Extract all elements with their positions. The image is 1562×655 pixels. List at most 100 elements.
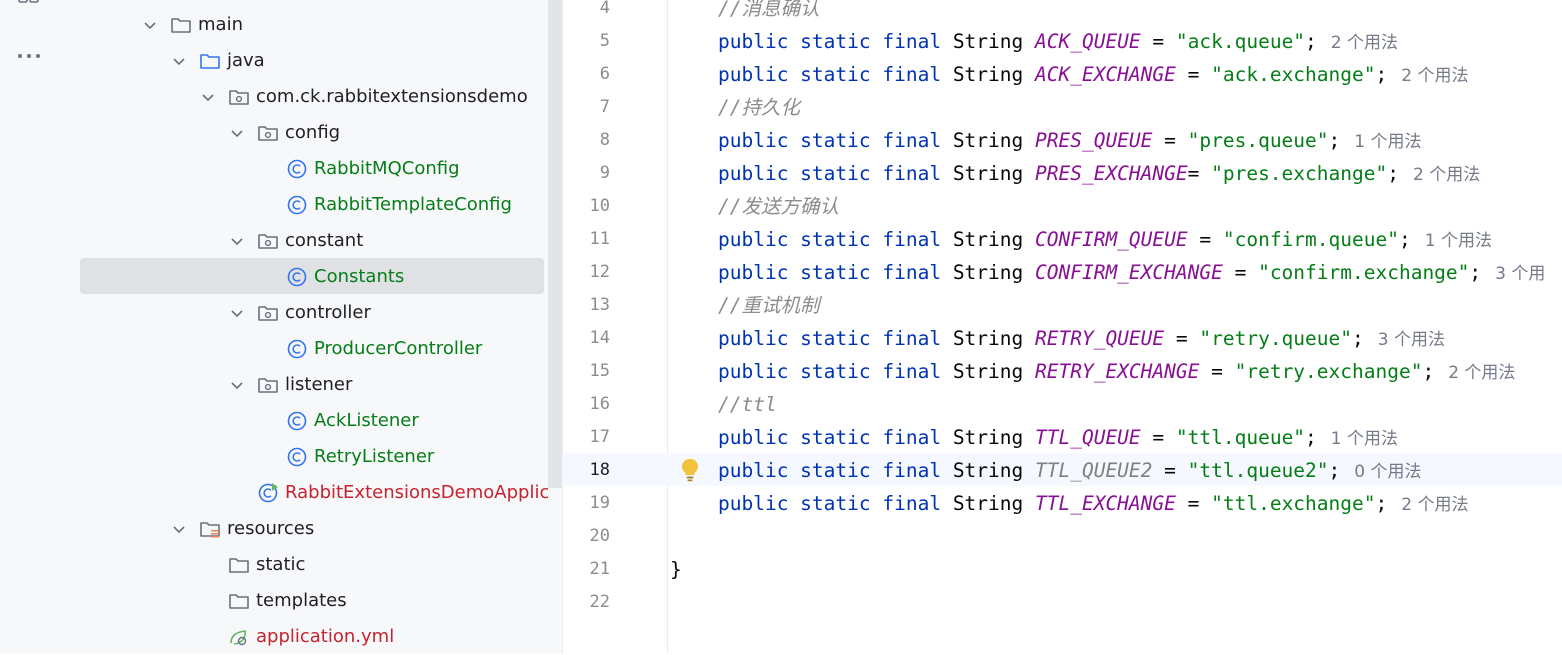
chevron-down-icon[interactable] [229, 377, 245, 393]
code-token: = [1140, 426, 1176, 449]
string-literal: "ttl.queue" [1175, 426, 1306, 449]
class-icon [287, 447, 307, 467]
code-line[interactable]: //ttl [718, 388, 777, 421]
tree-item-rabbitextensionsdemoapplicatio[interactable]: RabbitExtensionsDemoApplicatio [0, 475, 583, 511]
usages-hint[interactable]: 3 个用法 [1378, 330, 1445, 350]
package-icon [258, 306, 278, 321]
string-literal: "retry.queue" [1199, 327, 1352, 350]
tree-item-com-ck-rabbitextensionsdemo[interactable]: com.ck.rabbitextensionsdemo [0, 79, 548, 115]
tree-item-rabbitmqconfig[interactable]: RabbitMQConfig [0, 151, 548, 187]
tree-item-label: config [285, 122, 341, 143]
code-token: = [1164, 327, 1200, 350]
line-number: 11 [589, 229, 610, 249]
line-number: 12 [589, 262, 610, 282]
folder-icon [229, 594, 249, 609]
tree-item-constants[interactable]: Constants [0, 259, 548, 295]
tree-item-controller[interactable]: controller [0, 295, 548, 331]
lightbulb-icon[interactable] [680, 458, 700, 482]
code-token: } [670, 558, 682, 581]
class-icon [287, 195, 307, 215]
code-line[interactable]: //消息确认 [718, 0, 819, 25]
line-number: 4 [599, 0, 610, 18]
keyword: public static final [718, 30, 953, 53]
code-token: ; [1305, 426, 1317, 449]
tree-item-constant[interactable]: constant [0, 223, 548, 259]
chevron-down-icon[interactable] [229, 305, 245, 321]
usages-hint[interactable]: 2 个用法 [1401, 66, 1468, 86]
chevron-down-icon[interactable] [171, 521, 187, 537]
constant-name: CONFIRM_QUEUE [1035, 228, 1188, 251]
folder-icon [229, 558, 249, 573]
code-token: String [952, 228, 1035, 251]
tree-item-producercontroller[interactable]: ProducerController [0, 331, 548, 367]
string-literal: "pres.queue" [1187, 129, 1329, 152]
string-literal: "ack.exchange" [1211, 63, 1376, 86]
tree-item-main[interactable]: main [0, 7, 548, 43]
code-line[interactable]: public static final String RETRY_QUEUE =… [718, 322, 1445, 355]
class-icon [287, 159, 307, 179]
code-token: String [952, 459, 1035, 482]
tree-scrollbar[interactable] [548, 0, 562, 654]
constant-name: TTL_QUEUE [1035, 426, 1141, 449]
code-line[interactable]: public static final String PRES_EXCHANGE… [718, 157, 1480, 190]
code-token: ; [1469, 261, 1482, 284]
code-line[interactable]: public static final String ACK_EXCHANGE … [718, 58, 1468, 91]
code-line[interactable]: public static final String PRES_QUEUE = … [718, 124, 1422, 157]
code-token: ; [1387, 162, 1399, 185]
code-line[interactable]: public static final String ACK_QUEUE = "… [718, 25, 1398, 58]
usages-hint[interactable]: 2 个用法 [1413, 165, 1480, 185]
usages-hint[interactable]: 2 个用法 [1331, 33, 1398, 53]
usages-hint[interactable]: 1 个用法 [1354, 132, 1421, 152]
tree-item-application-yml[interactable]: application.yml [0, 619, 548, 655]
tree-item-rabbittemplateconfig[interactable]: RabbitTemplateConfig [0, 187, 548, 223]
code-token: ; [1398, 228, 1411, 251]
tree-item-java[interactable]: java [0, 43, 548, 79]
usages-hint[interactable]: 2 个用法 [1401, 495, 1468, 515]
chevron-down-icon[interactable] [142, 17, 158, 33]
line-number: 8 [599, 130, 610, 150]
tree-item-listener[interactable]: listener [0, 367, 548, 403]
usages-hint[interactable]: 0 个用法 [1354, 462, 1421, 482]
keyword: public static final [718, 162, 953, 185]
chevron-down-icon[interactable] [200, 89, 216, 105]
code-line[interactable]: } [670, 553, 682, 586]
code-line[interactable]: //发送方确认 [718, 190, 839, 223]
tree-item-label: ProducerController [314, 338, 483, 359]
string-literal: "retry.exchange" [1234, 360, 1423, 383]
code-token: String [952, 30, 1035, 53]
tree-item-label: resources [227, 518, 315, 539]
tree-item-retrylistener[interactable]: RetryListener [0, 439, 548, 475]
usages-hint[interactable]: 1 个用法 [1331, 429, 1398, 449]
code-token: ; [1328, 129, 1341, 152]
code-line[interactable]: public static final String RETRY_EXCHANG… [718, 355, 1515, 388]
chevron-down-icon[interactable] [229, 233, 245, 249]
tree-item-config[interactable]: config [0, 115, 548, 151]
tree-item-templates[interactable]: templates [0, 583, 548, 619]
code-token: ; [1422, 360, 1435, 383]
line-number: 15 [589, 361, 610, 381]
chevron-down-icon[interactable] [229, 125, 245, 141]
tree-item-static[interactable]: static [0, 547, 548, 583]
package-icon [229, 90, 249, 105]
constant-name: ACK_EXCHANGE [1035, 63, 1176, 86]
code-line[interactable]: public static final String CONFIRM_EXCHA… [718, 256, 1545, 289]
package-icon [258, 126, 278, 141]
keyword: public static final [718, 261, 953, 284]
code-line[interactable]: //持久化 [718, 91, 800, 124]
chevron-down-icon[interactable] [171, 53, 187, 69]
usages-hint[interactable]: 1 个用法 [1425, 231, 1492, 251]
usages-hint[interactable]: 2 个用法 [1448, 363, 1515, 383]
code-token: ; [1375, 63, 1388, 86]
tree-item-acklistener[interactable]: AckListener [0, 403, 548, 439]
constant-name: RETRY_QUEUE [1035, 327, 1165, 350]
code-line[interactable]: public static final String TTL_QUEUE2 = … [718, 454, 1422, 487]
usages-hint[interactable]: 3 个用 [1495, 264, 1545, 284]
code-line[interactable]: public static final String TTL_QUEUE = "… [718, 421, 1398, 454]
code-line[interactable]: public static final String CONFIRM_QUEUE… [718, 223, 1492, 256]
code-line[interactable]: public static final String TTL_EXCHANGE … [718, 487, 1468, 520]
code-line[interactable]: //重试机制 [718, 289, 819, 322]
tree-scrollbar-thumb[interactable] [548, 0, 562, 488]
tree-item-resources[interactable]: resources [0, 511, 548, 547]
line-number: 14 [589, 328, 610, 348]
tree-item-label: RabbitMQConfig [314, 158, 460, 179]
